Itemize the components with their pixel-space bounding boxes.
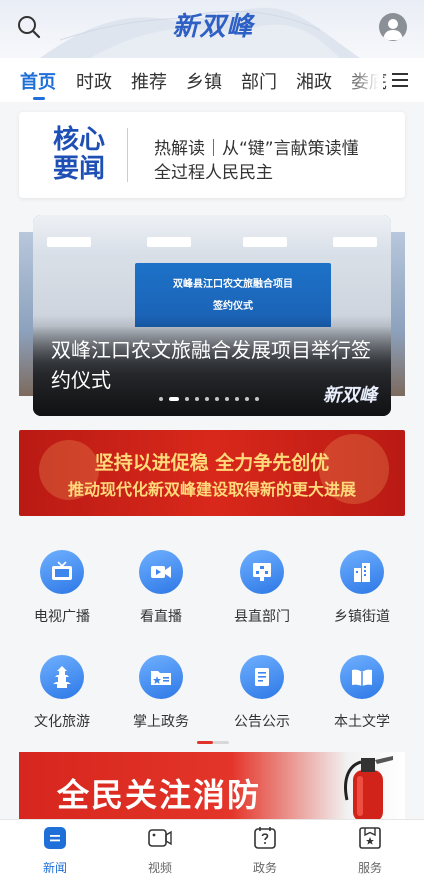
grid-item-live[interactable]: 看直播 — [113, 550, 209, 630]
core-news-title-line1: 核心 — [52, 125, 105, 155]
core-news-title: 核心 要闻 — [47, 126, 111, 184]
grid-label-live: 看直播 — [140, 609, 182, 625]
tv-icon — [52, 561, 72, 580]
active-tab-indicator — [33, 97, 45, 100]
core-news-headline-line1: 热解读｜从“键”言献策读懂 — [154, 139, 359, 159]
nav-label-video: 视频 — [147, 861, 172, 875]
news-icon — [44, 827, 66, 849]
buildings-icon — [354, 563, 370, 582]
carousel-dot[interactable] — [225, 397, 229, 401]
channel-tabs: 首页 时政 推荐 乡镇 部门 湘政 娄底 — [0, 58, 424, 102]
tab-recommend[interactable]: 推荐 — [131, 68, 167, 94]
carousel-dot[interactable] — [159, 397, 163, 401]
carousel-dots — [159, 397, 259, 403]
carousel-dot[interactable] — [205, 397, 209, 401]
app-header: 新双峰 — [0, 0, 424, 58]
carousel-dot[interactable] — [215, 397, 219, 401]
grid-label-towns-streets: 乡镇街道 — [334, 609, 390, 625]
grid-pager-inactive — [213, 741, 229, 744]
menu-icon[interactable] — [392, 73, 408, 87]
nav-label-news: 新闻 — [42, 861, 67, 875]
news-carousel[interactable]: 双峰县江口农文旅融合项目 签约仪式 双峰江口农文旅融合发展项目举行签约仪式 新双… — [33, 215, 391, 416]
nav-news[interactable]: 新闻 — [15, 820, 95, 879]
core-news-card[interactable]: 核心 要闻 热解读｜从“键”言献策读懂 全过程人民民主 — [19, 112, 405, 198]
carousel-dot[interactable] — [235, 397, 239, 401]
grid-label-tv-broadcast: 电视广播 — [34, 609, 90, 625]
fire-safety-banner[interactable]: 全民关注消防 — [19, 752, 405, 822]
notice-icon — [255, 668, 269, 686]
core-news-title-line2: 要闻 — [52, 154, 105, 184]
government-icon — [254, 827, 276, 849]
tab-towns[interactable]: 乡镇 — [186, 68, 222, 94]
user-profile-button[interactable] — [379, 13, 407, 41]
carousel-dot[interactable] — [185, 397, 189, 401]
fire-banner-text: 全民关注消防 — [57, 776, 262, 814]
tab-home[interactable]: 首页 — [20, 68, 56, 94]
grid-label-culture-tourism: 文化旅游 — [34, 714, 90, 730]
core-news-divider — [127, 128, 128, 182]
book-icon — [352, 669, 372, 686]
government-folder-icon — [151, 671, 171, 685]
carousel-dot[interactable] — [195, 397, 199, 401]
live-video-icon — [151, 566, 171, 578]
photo-ceiling — [33, 215, 391, 259]
grid-item-announcements[interactable]: 公告公示 — [214, 655, 310, 735]
tab-politics[interactable]: 时政 — [76, 68, 112, 94]
slogan-banner[interactable]: 坚持以进促稳 全力争先创优 推动现代化新双峰建设取得新的更大进展 — [19, 430, 405, 516]
tab-fade — [345, 58, 383, 102]
carousel-dot[interactable] — [255, 397, 259, 401]
banner-line1: 坚持以进促稳 全力争先创优 — [94, 452, 330, 474]
grid-label-local-literature: 本土文学 — [334, 714, 390, 730]
nav-service[interactable]: 服务 — [330, 820, 410, 879]
department-icon — [253, 563, 271, 581]
tab-departments[interactable]: 部门 — [241, 68, 277, 94]
carousel-dot[interactable] — [245, 397, 249, 401]
grid-pager-active — [197, 741, 213, 744]
grid-item-mobile-government[interactable]: 掌上政务 — [113, 655, 209, 735]
grid-item-local-literature[interactable]: 本土文学 — [314, 655, 410, 735]
carousel-watermark: 新双峰 — [323, 385, 377, 406]
nav-video[interactable]: 视频 — [120, 820, 200, 879]
fire-extinguisher-icon — [344, 756, 393, 822]
tab-hunan-politics[interactable]: 湘政 — [296, 68, 332, 94]
screen-text-line2: 签约仪式 — [213, 301, 253, 312]
bottom-navigation: 新闻 视频 政务 服务 — [0, 819, 424, 879]
screen-text-line1: 双峰县江口农文旅融合项目 — [173, 279, 293, 290]
app-logo: 新双峰 — [172, 12, 254, 42]
core-news-headline-line2: 全过程人民民主 — [154, 163, 273, 183]
banner-line2: 推动现代化新双峰建设取得新的更大进展 — [67, 480, 356, 499]
nav-label-government: 政务 — [252, 861, 277, 875]
grid-item-culture-tourism[interactable]: 文化旅游 — [14, 655, 110, 735]
grid-item-towns-streets[interactable]: 乡镇街道 — [314, 550, 410, 630]
search-icon — [18, 16, 41, 39]
grid-label-announcements: 公告公示 — [234, 714, 290, 730]
carousel-dot[interactable] — [169, 397, 179, 401]
grid-label-mobile-government: 掌上政务 — [133, 714, 189, 730]
nav-government[interactable]: 政务 — [225, 820, 305, 879]
grid-label-county-departments: 县直部门 — [234, 609, 290, 625]
service-icon — [359, 827, 381, 849]
search-button[interactable] — [16, 14, 42, 40]
carousel-next-slide[interactable] — [389, 232, 405, 396]
nav-label-service: 服务 — [357, 861, 382, 875]
video-icon — [148, 829, 172, 847]
user-icon — [383, 19, 403, 40]
grid-item-county-departments[interactable]: 县直部门 — [214, 550, 310, 630]
grid-item-tv-broadcast[interactable]: 电视广播 — [14, 550, 110, 630]
pagoda-icon — [53, 666, 71, 688]
